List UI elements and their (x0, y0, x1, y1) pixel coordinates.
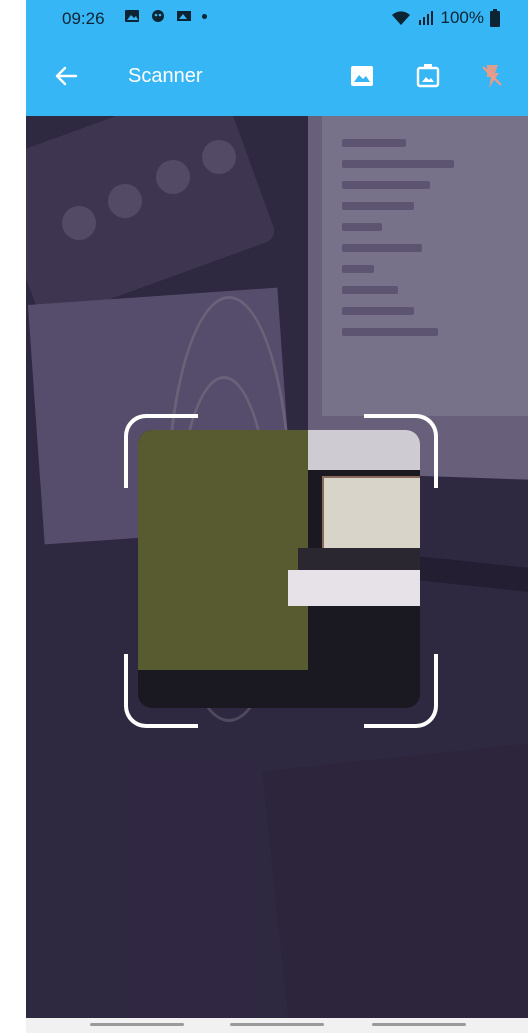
phone-screen: 09:26 100% Scanner (26, 0, 528, 1033)
battery-percent: 100% (440, 8, 484, 27)
screen: 09:26 100% Scanner (0, 0, 528, 1033)
scan-frame-corner-bottom-right (364, 654, 438, 728)
status-notification-icons (124, 8, 207, 24)
nav-back-button[interactable] (372, 1023, 466, 1026)
more-notifications-dot (202, 13, 207, 19)
image-frame-icon[interactable] (414, 62, 442, 90)
scan-window-content (288, 570, 420, 606)
nav-home-button[interactable] (230, 1023, 324, 1026)
scan-frame-corner-bottom-left (124, 654, 198, 728)
nav-recents-button[interactable] (90, 1023, 184, 1026)
scan-window-content (298, 548, 420, 570)
status-bar: 09:26 100% (26, 0, 528, 38)
signal-icon (418, 11, 433, 25)
scan-frame-corner-top-left (124, 414, 198, 488)
image-notification-icon (125, 10, 139, 22)
status-system-icons: 100% (391, 8, 500, 28)
navigation-bar (26, 1018, 528, 1033)
page-title: Scanner (128, 65, 203, 87)
back-arrow-icon[interactable] (50, 60, 82, 92)
flash-off-icon[interactable] (478, 62, 506, 90)
scan-frame-corner-top-right (364, 414, 438, 488)
gallery-icon[interactable] (348, 62, 376, 90)
game-notification-icon (152, 10, 164, 22)
gallery-notification-icon (177, 11, 191, 21)
wifi-icon (391, 11, 410, 25)
status-time: 09:26 (62, 9, 105, 28)
battery-icon (490, 9, 500, 27)
app-bar: Scanner (26, 38, 528, 116)
left-gutter (0, 0, 26, 1033)
camera-preview (26, 116, 528, 1018)
